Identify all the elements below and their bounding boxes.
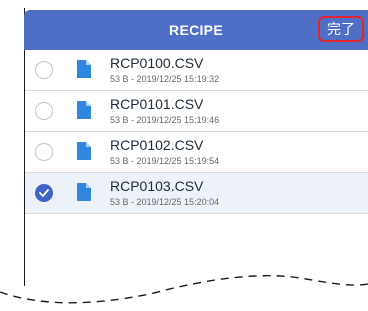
document-icon <box>77 101 91 119</box>
file-list: RCP0100.CSV 53 B - 2019/12/25 15:19:32 R… <box>25 50 368 214</box>
checkmark-icon <box>39 189 49 197</box>
done-button[interactable]: 完了 <box>318 16 364 42</box>
document-icon <box>77 183 91 201</box>
file-name: RCP0102.CSV <box>110 137 204 153</box>
list-item[interactable]: RCP0101.CSV 53 B - 2019/12/25 15:19:46 <box>25 91 368 132</box>
document-icon <box>77 60 91 78</box>
list-item[interactable]: RCP0100.CSV 53 B - 2019/12/25 15:19:32 <box>25 50 368 91</box>
header-bar: RECIPE 完了 <box>24 10 368 50</box>
radio-check-icon[interactable] <box>35 184 53 202</box>
document-icon <box>77 142 91 160</box>
list-item-selected[interactable]: RCP0103.CSV 53 B - 2019/12/25 15:20:04 <box>25 173 368 214</box>
radio-unchecked-icon[interactable] <box>35 102 53 120</box>
file-meta: 53 B - 2019/12/25 15:19:46 <box>110 115 220 125</box>
file-meta: 53 B - 2019/12/25 15:19:54 <box>110 156 220 166</box>
file-meta: 53 B - 2019/12/25 15:20:04 <box>110 197 220 207</box>
file-name: RCP0100.CSV <box>110 55 204 71</box>
page-title: RECIPE <box>169 22 223 38</box>
list-item[interactable]: RCP0102.CSV 53 B - 2019/12/25 15:19:54 <box>25 132 368 173</box>
radio-unchecked-icon[interactable] <box>35 143 53 161</box>
file-name: RCP0101.CSV <box>110 96 204 112</box>
file-meta: 53 B - 2019/12/25 15:19:32 <box>110 74 220 84</box>
file-name: RCP0103.CSV <box>110 178 204 194</box>
radio-unchecked-icon[interactable] <box>35 61 53 79</box>
